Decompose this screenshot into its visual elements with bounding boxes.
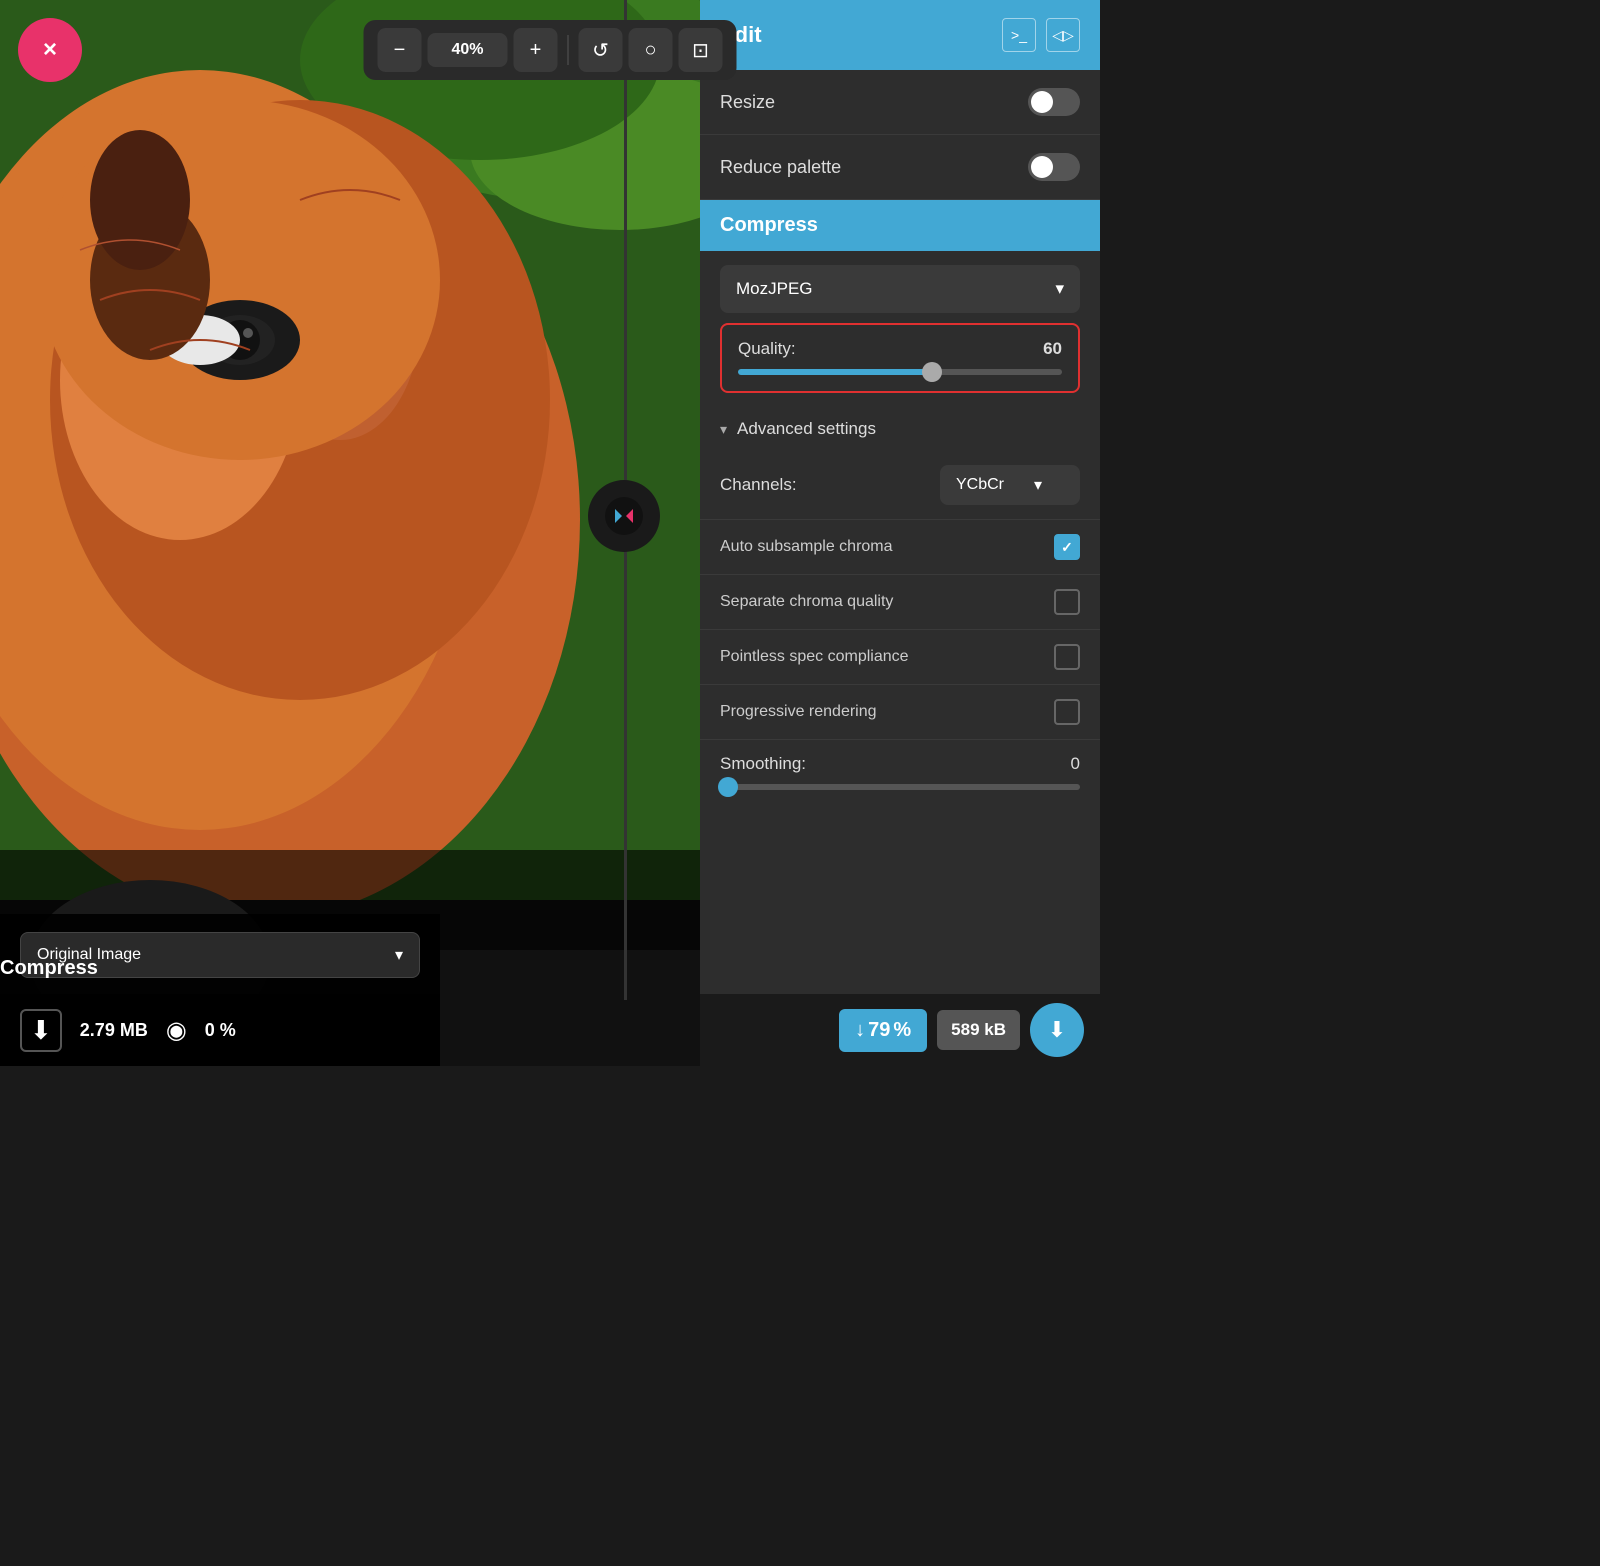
smoothing-slider-thumb[interactable]: [718, 777, 738, 797]
right-panel: Edit >_ ◁▷ Resize Reduce palette Compres…: [700, 0, 1100, 1066]
compress-title: Compress: [720, 214, 818, 236]
file-size-label: 2.79 MB: [80, 1020, 148, 1041]
zoom-display: 40%: [428, 33, 508, 67]
advanced-settings-label: Advanced settings: [737, 419, 876, 439]
smoothing-row: Smoothing: 0: [720, 754, 1080, 774]
bottom-status-left: ⬇ 2.79 MB ◉ 0 %: [0, 994, 440, 1066]
progressive-row: Progressive rendering: [700, 684, 1100, 739]
smoothing-label: Smoothing:: [720, 754, 806, 774]
header-icons: >_ ◁▷: [1002, 18, 1080, 52]
auto-subsample-row: Auto subsample chroma: [700, 519, 1100, 574]
percent-label: 0 %: [205, 1020, 236, 1041]
advanced-settings-toggle[interactable]: ▾ Advanced settings: [700, 403, 1100, 455]
circle-button[interactable]: ○: [629, 28, 673, 72]
quality-label: Quality:: [738, 339, 796, 359]
compress-title-left: Compress: [0, 957, 98, 979]
resize-label: Resize: [720, 92, 775, 113]
codec-label: MozJPEG: [736, 279, 813, 299]
separate-chroma-checkbox[interactable]: [1054, 589, 1080, 615]
arrows-icon-button[interactable]: ◁▷: [1046, 18, 1080, 52]
advanced-chevron-icon: ▾: [720, 421, 727, 438]
progressive-checkbox[interactable]: [1054, 699, 1080, 725]
terminal-icon: >_: [1011, 27, 1027, 43]
zoom-value: 40: [451, 41, 469, 58]
codec-chevron-icon: ▾: [1055, 279, 1064, 299]
zoom-out-icon: −: [394, 39, 406, 62]
pointless-spec-row: Pointless spec compliance: [700, 629, 1100, 684]
auto-subsample-label: Auto subsample chroma: [720, 538, 893, 556]
reduction-value: 79: [868, 1019, 890, 1042]
auto-subsample-checkbox[interactable]: [1054, 534, 1080, 560]
codec-dropdown[interactable]: MozJPEG ▾: [720, 265, 1080, 313]
quality-value: 60: [1043, 339, 1062, 359]
channels-chevron-icon: ▾: [1034, 475, 1042, 495]
smoothing-section: Smoothing: 0: [700, 739, 1100, 806]
channels-label: Channels:: [720, 475, 797, 495]
arrows-icon: ◁▷: [1052, 27, 1074, 44]
rotate-icon: ↺: [592, 38, 609, 63]
zoom-unit: %: [469, 41, 483, 58]
download-icon: ⬇: [1048, 1017, 1066, 1043]
resize-row: Resize: [700, 70, 1100, 135]
right-panel-header: Edit >_ ◁▷: [700, 0, 1100, 70]
zoom-out-button[interactable]: −: [378, 28, 422, 72]
reduction-badge: ↓79%: [839, 1009, 927, 1052]
reduction-unit: %: [893, 1019, 911, 1042]
size-badge: 589 kB: [937, 1010, 1020, 1050]
pointless-spec-label: Pointless spec compliance: [720, 648, 909, 666]
toggle-view-button[interactable]: [588, 480, 660, 552]
quality-section: Quality: 60: [720, 323, 1080, 393]
bottom-left-panel: Compress Original Image ▾: [0, 914, 440, 994]
terminal-icon-button[interactable]: >_: [1002, 18, 1036, 52]
reduce-palette-label: Reduce palette: [720, 157, 841, 178]
separate-chroma-row: Separate chroma quality: [700, 574, 1100, 629]
reduce-palette-row: Reduce palette: [700, 135, 1100, 200]
channels-dropdown[interactable]: YCbCr ▾: [940, 465, 1080, 505]
smoothing-value: 0: [1071, 754, 1080, 774]
pointless-spec-checkbox[interactable]: [1054, 644, 1080, 670]
compress-section-header: Compress: [700, 200, 1100, 251]
channels-value: YCbCr: [956, 476, 1004, 494]
resize-toggle[interactable]: [1028, 88, 1080, 116]
download-button[interactable]: ⬇: [1030, 1003, 1084, 1057]
channels-row: Channels: YCbCr ▾: [700, 455, 1100, 519]
toolbar-divider: [568, 35, 569, 65]
separate-chroma-label: Separate chroma quality: [720, 593, 893, 611]
close-button[interactable]: ×: [18, 18, 82, 82]
crop-icon: ⊡: [692, 38, 709, 63]
reduction-arrow-icon: ↓: [855, 1019, 865, 1042]
size-value: 589 kB: [951, 1020, 1006, 1039]
download-icon-left: ⬇: [20, 1009, 62, 1052]
bottom-panel-title: Compress: [0, 957, 440, 994]
zoom-in-icon: +: [530, 39, 542, 62]
close-icon: ×: [43, 36, 57, 64]
progressive-label: Progressive rendering: [720, 703, 877, 721]
rotate-button[interactable]: ↺: [579, 28, 623, 72]
smoothing-slider-track[interactable]: [720, 784, 1080, 790]
toolbar: − 40% + ↺ ○ ⊡: [364, 20, 737, 80]
reduce-palette-toggle[interactable]: [1028, 153, 1080, 181]
quality-slider-track[interactable]: [738, 369, 1062, 375]
crop-button[interactable]: ⊡: [679, 28, 723, 72]
circle-icon: ○: [644, 39, 656, 62]
zoom-in-button[interactable]: +: [514, 28, 558, 72]
bottom-status-right: ↓79% 589 kB ⬇: [700, 994, 1100, 1066]
file-icon-left: ◉: [166, 1016, 187, 1045]
quality-row: Quality: 60: [738, 339, 1062, 359]
quality-slider-thumb[interactable]: [922, 362, 942, 382]
